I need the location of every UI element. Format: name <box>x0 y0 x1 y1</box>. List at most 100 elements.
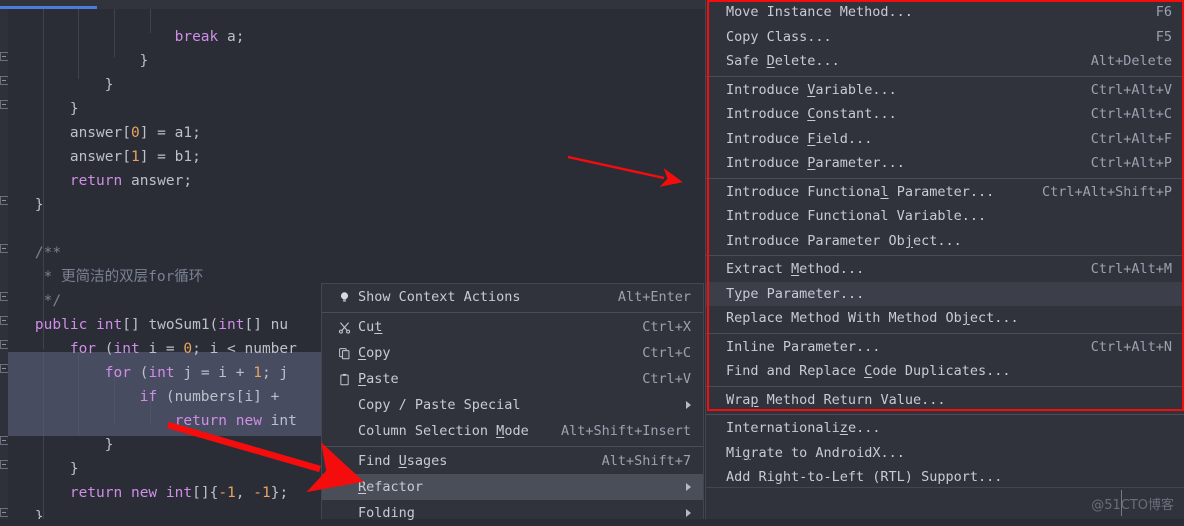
menu-item-label: Introduce Variable... <box>726 81 897 98</box>
refactor-item-introduce-field[interactable]: Introduce Field... Ctrl+Alt+F <box>706 127 1184 152</box>
menu-separator <box>706 414 1184 415</box>
editor-context-menu[interactable]: Show Context Actions Alt+Enter Cut Ctrl+X Co… <box>321 283 704 521</box>
code-line: if (numbers[i] + <box>139 389 289 405</box>
context-menu-item-show-context-actions[interactable]: Show Context Actions Alt+Enter <box>322 284 703 310</box>
code-line: public int[] twoSum1(int[] nu <box>34 317 289 333</box>
context-menu-item-copy[interactable]: Copy Ctrl+C <box>322 340 703 366</box>
lightbulb-icon <box>334 291 354 304</box>
scissors-icon <box>334 321 354 334</box>
menu-item-shortcut: Ctrl+C <box>642 345 691 361</box>
code-line: } <box>0 77 114 93</box>
code-line: for (int i = 0; i < number <box>69 341 297 357</box>
context-menu-item-copy-paste-special[interactable]: Copy / Paste Special <box>322 392 703 418</box>
refactor-item-introduce-parameter[interactable]: Introduce Parameter... Ctrl+Alt+P <box>706 151 1184 176</box>
menu-item-label: Introduce Parameter... <box>726 155 905 171</box>
menu-item-label: Introduce Constant... <box>726 106 897 122</box>
menu-item-label: Extract Method... <box>726 261 865 277</box>
menu-item-shortcut: Alt+Shift+Insert <box>560 423 691 439</box>
code-line: for (int j = i + 1; j <box>104 365 289 381</box>
menu-item-shortcut: Ctrl+Alt+F <box>1090 130 1172 147</box>
menu-item-label: Copy / Paste Special <box>358 397 521 413</box>
refactor-item-extract-method[interactable]: Extract Method... Ctrl+Alt+M <box>706 257 1184 282</box>
menu-item-label: Replace Method With Method Object... <box>726 310 1019 326</box>
code-line: } <box>0 509 44 519</box>
refactor-item-introduce-parameter-object[interactable]: Introduce Parameter Object... <box>706 229 1184 254</box>
refactor-item-move-instance-method[interactable]: Move Instance Method... F6 <box>706 0 1184 25</box>
menu-item-shortcut: Ctrl+Alt+V <box>1090 81 1172 98</box>
clipboard-icon <box>334 373 354 386</box>
chevron-right-icon <box>686 483 691 491</box>
chevron-right-icon <box>686 509 691 517</box>
code-line: return new int[]{-1, -1}; <box>69 485 289 501</box>
code-line: } <box>0 461 79 477</box>
menu-item-label: Wrap Method Return Value... <box>726 391 946 408</box>
menu-separator <box>706 177 1184 179</box>
refactor-item-safe-delete[interactable]: Safe Delete... Alt+Delete <box>706 49 1184 74</box>
menu-item-shortcut: Ctrl+Alt+Shift+P <box>1041 183 1172 200</box>
code-line: return new int <box>174 413 297 429</box>
menu-item-shortcut: Ctrl+V <box>642 371 691 387</box>
menu-item-shortcut: Ctrl+Alt+N <box>1090 338 1172 355</box>
menu-item-label: Introduce Functional Parameter... <box>726 183 995 200</box>
menu-item-shortcut: F6 <box>1155 4 1172 20</box>
code-line: /** <box>0 245 62 261</box>
context-menu-item-cut[interactable]: Cut Ctrl+X <box>322 314 703 340</box>
menu-item-label: Introduce Parameter Object... <box>726 232 962 249</box>
menu-item-shortcut: Alt+Shift+7 <box>601 453 691 469</box>
menu-item-shortcut: Alt+Delete <box>1090 53 1172 69</box>
menu-item-shortcut: Ctrl+Alt+M <box>1090 261 1172 277</box>
refactor-item-internationalize[interactable]: Internationalize... <box>706 416 1184 441</box>
menu-item-label: Introduce Functional Variable... <box>726 208 987 224</box>
refactor-item-add-right-to-left-rtl-support[interactable]: Add Right-to-Left (RTL) Support... <box>706 465 1184 490</box>
refactor-item-wrap-method-return-value[interactable]: Wrap Method Return Value... <box>706 388 1184 413</box>
code-line: } <box>0 197 44 213</box>
code-line: answer[1] = b1; <box>0 149 201 165</box>
menu-item-shortcut: Alt+Enter <box>617 289 691 305</box>
menu-separator <box>322 312 703 313</box>
refactor-item-copy-class[interactable]: Copy Class... F5 <box>706 25 1184 50</box>
watermark: @51CTO博客 <box>1091 498 1174 513</box>
refactor-item-inline-parameter[interactable]: Inline Parameter... Ctrl+Alt+N <box>706 335 1184 360</box>
red-highlight-box-top-edge <box>707 0 1184 2</box>
code-line: * 更简洁的双层for循环 <box>0 269 204 285</box>
refactor-submenu[interactable]: Move Instance Method... F6 Copy Class... F5… <box>705 0 1184 487</box>
refactor-item-type-parameter[interactable]: Type Parameter... <box>706 281 1184 306</box>
menu-item-label: Safe Delete... <box>726 53 840 69</box>
refactor-item-introduce-variable[interactable]: Introduce Variable... Ctrl+Alt+V <box>706 78 1184 103</box>
code-line: } <box>0 437 114 453</box>
menu-separator <box>706 255 1184 256</box>
code-line: } <box>0 101 79 117</box>
menu-item-label: Cut <box>358 319 383 335</box>
context-menu-item-find-usages[interactable]: Find Usages Alt+Shift+7 <box>322 448 703 474</box>
refactor-item-migrate-to-androidx[interactable]: Migrate to AndroidX... <box>706 441 1184 466</box>
menu-item-label: Move Instance Method... <box>726 4 913 20</box>
watermark-caret <box>1121 490 1122 516</box>
context-menu-item-refactor[interactable]: Refactor <box>322 474 703 500</box>
menu-item-label: Internationalize... <box>726 420 881 436</box>
menu-item-label: Introduce Field... <box>726 130 873 147</box>
refactor-item-introduce-functional-variable[interactable]: Introduce Functional Variable... <box>706 204 1184 229</box>
context-menu-item-folding[interactable]: Folding <box>322 500 703 526</box>
menu-item-label: Show Context Actions <box>358 289 521 305</box>
menu-item-label: Copy Class... <box>726 28 832 45</box>
menu-item-label: Copy <box>358 345 391 361</box>
menu-item-label: Inline Parameter... <box>726 338 881 355</box>
menu-item-shortcut: Ctrl+X <box>642 319 691 335</box>
menu-item-shortcut: Ctrl+Alt+P <box>1090 155 1172 171</box>
menu-item-label: Migrate to AndroidX... <box>726 444 905 461</box>
menu-item-label: Add Right-to-Left (RTL) Support... <box>726 469 1003 485</box>
menu-separator <box>706 75 1184 77</box>
refactor-item-find-and-replace-code-duplicates[interactable]: Find and Replace Code Duplicates... <box>706 359 1184 384</box>
menu-item-label: Folding <box>358 505 415 521</box>
code-line: */ <box>0 293 62 309</box>
refactor-item-introduce-functional-parameter[interactable]: Introduce Functional Parameter... Ctrl+Al… <box>706 180 1184 205</box>
context-menu-item-column-selection-mode[interactable]: Column Selection Mode Alt+Shift+Insert <box>322 418 703 444</box>
code-line: break a; <box>174 29 245 45</box>
refactor-item-introduce-constant[interactable]: Introduce Constant... Ctrl+Alt+C <box>706 102 1184 127</box>
copy-icon <box>334 347 354 360</box>
refactor-item-replace-method-with-method-object[interactable]: Replace Method With Method Object... <box>706 306 1184 331</box>
context-menu-item-paste[interactable]: Paste Ctrl+V <box>322 366 703 392</box>
menu-separator <box>322 446 703 447</box>
code-line: } <box>0 53 149 69</box>
menu-separator <box>706 385 1184 387</box>
